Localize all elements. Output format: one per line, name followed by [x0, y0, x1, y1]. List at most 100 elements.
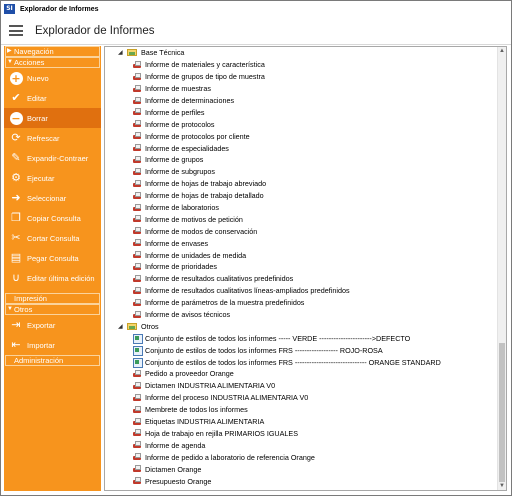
folder-icon [127, 322, 137, 330]
tree-report-item[interactable]: Informe de pedido a laboratorio de refer… [105, 451, 499, 463]
action-label: Seleccionar [27, 193, 67, 203]
section-navegacion[interactable]: ▶ Navegación [5, 46, 100, 57]
tree-report-item[interactable]: Conjunto de estilos de todos los informe… [105, 332, 499, 345]
tree-report-item[interactable]: Informe de subgrupos [105, 166, 499, 178]
section-impresion[interactable]: Impresión [5, 293, 100, 304]
tree-report-item[interactable]: Informe de especialidades [105, 142, 499, 154]
scroll-down-icon[interactable]: ▼ [498, 482, 506, 490]
printer-icon [133, 155, 141, 164]
printer-icon [133, 191, 141, 200]
action-ejecutar[interactable]: ⚙ Ejecutar [4, 168, 101, 188]
printer-icon [133, 465, 141, 473]
printer-icon [133, 60, 141, 69]
tree-report-item[interactable]: Informe de laboratorios [105, 202, 499, 214]
tree-report-item[interactable]: Dictamen INDUSTRIA ALIMENTARIA V0 [105, 380, 499, 392]
tree-report-item[interactable]: Informe de resultados cualitativos línea… [105, 285, 499, 297]
tree-item-label: Informe de materiales y característica [145, 60, 265, 70]
tree-report-item[interactable]: Membrete de todos los informes [105, 404, 499, 416]
action-label: Nuevo [27, 73, 49, 83]
collapse-icon[interactable]: ◢ [118, 323, 125, 330]
tree-group-node[interactable]: ◢ Base Técnica [105, 47, 499, 59]
action-editar-ltima-edici-n[interactable]: ∪ Editar última edición [4, 268, 101, 288]
action-cortar-consulta[interactable]: ✂ Cortar Consulta [4, 228, 101, 248]
tree-report-item[interactable]: Informe de envases [105, 237, 499, 249]
action-importar[interactable]: ⇤ Importar [4, 335, 101, 355]
tree-report-item[interactable]: Informe de agenda [105, 439, 499, 451]
tree-item-label: Etiquetas INDUSTRIA ALIMENTARIA [145, 417, 265, 427]
tree-item-label: Informe de parámetros de la muestra pred… [145, 298, 305, 308]
action-label: Ejecutar [27, 173, 55, 183]
tree-report-item[interactable]: Informe de parámetros de la muestra pred… [105, 297, 499, 309]
tree-report-item[interactable]: Informe de resultados cualitativos prede… [105, 273, 499, 285]
tree-report-item[interactable]: Informe de protocolos por cliente [105, 130, 499, 142]
action-refrescar[interactable]: ⟳ Refrescar [4, 128, 101, 148]
printer-icon [133, 167, 141, 176]
tree-item-label: Presupuesto Orange [145, 476, 212, 486]
action-expandir-contraer[interactable]: ✎ Expandir-Contraer [4, 148, 101, 168]
gear-icon: ⚙ [11, 171, 21, 184]
action-editar[interactable]: ✔ Editar [4, 88, 101, 108]
printer-icon [133, 251, 141, 259]
printer-icon [133, 132, 141, 140]
tree-item-label: Informe de perfiles [145, 107, 205, 117]
tree-report-item[interactable]: Informe de muestras [105, 83, 499, 95]
section-acciones[interactable]: ▼ Acciones [5, 57, 100, 68]
printer-icon [133, 393, 141, 402]
printer-icon [133, 453, 141, 461]
tree-report-item[interactable]: Conjunto de estilos de todos los informe… [105, 344, 499, 357]
app-icon: SI [4, 4, 15, 14]
tree-group-label: Base Técnica [141, 48, 185, 58]
tree-report-item[interactable]: Informe de grupos [105, 154, 499, 166]
scrollbar-thumb[interactable] [499, 343, 505, 482]
action-pegar-consulta[interactable]: ▤ Pegar Consulta [4, 248, 101, 268]
action-borrar[interactable]: − Borrar [4, 108, 101, 128]
printer-icon [133, 262, 141, 271]
tree-report-item[interactable]: Presupuesto Orange [105, 475, 499, 487]
tree-report-item[interactable]: Hoja de trabajo en rejilla PRIMARIOS IGU… [105, 428, 499, 440]
tree-report-item[interactable]: Informe de materiales y característica [105, 59, 499, 71]
tree-report-item[interactable]: Informe de grupos de tipo de muestra [105, 71, 499, 83]
section-otros[interactable]: ▼ Otros [5, 304, 100, 315]
collapse-arrow-icon: ▶ [7, 48, 12, 54]
action-seleccionar[interactable]: ➜ Seleccionar [4, 188, 101, 208]
collapse-icon[interactable]: ◢ [118, 49, 125, 56]
paste-icon: ▤ [10, 251, 22, 264]
tree-report-item[interactable]: Informe de hojas de trabajo abreviado [105, 178, 499, 190]
printer-icon [133, 120, 141, 128]
menu-toggle-icon[interactable] [9, 25, 23, 36]
tree-item-label: Informe de hojas de trabajo abreviado [145, 179, 267, 189]
tree-report-item[interactable]: Informe de modos de conservación [105, 225, 499, 237]
page-title: Explorador de Informes [35, 24, 155, 37]
tree-report-item[interactable]: Informe de motivos de petición [105, 213, 499, 225]
report-explorer-window: SI Explorador de Informes Explorador de … [0, 0, 512, 496]
tree-item-label: Informe de unidades de medida [145, 250, 247, 260]
printer-icon [133, 405, 141, 414]
tree-report-item[interactable]: Informe de unidades de medida [105, 249, 499, 261]
vertical-scrollbar[interactable]: ▲ ▼ [497, 47, 506, 490]
tree-item-label: Informe de pedido a laboratorio de refer… [145, 452, 315, 462]
tree-report-item[interactable]: Informe de prioridades [105, 261, 499, 273]
tree-report-item[interactable]: Informe de determinaciones [105, 95, 499, 107]
action-nuevo[interactable]: + Nuevo [4, 68, 101, 88]
page-header: Explorador de Informes [1, 17, 511, 45]
tree-group-node[interactable]: ◢ Otros [105, 320, 499, 332]
tree-report-item[interactable]: Informe de perfiles [105, 106, 499, 118]
tree-item-label: Dictamen INDUSTRIA ALIMENTARIA V0 [145, 381, 276, 391]
tree-report-item[interactable]: Informe de hojas de trabajo detallado [105, 190, 499, 202]
action-exportar[interactable]: ⇥ Exportar [4, 315, 101, 335]
action-label: Editar [27, 93, 47, 103]
tree-report-item[interactable]: Dictamen Orange [105, 463, 499, 475]
action-label: Importar [27, 340, 55, 350]
action-copiar-consulta[interactable]: ❐ Copiar Consulta [4, 208, 101, 228]
tree-report-item[interactable]: Conjunto de estilos de todos los informe… [105, 356, 499, 369]
tree-item-label: Conjunto de estilos de todos los informe… [145, 333, 411, 343]
tree-report-item[interactable]: Informe de protocolos [105, 118, 499, 130]
tree-item-label: Dictamen Orange [145, 464, 202, 474]
scroll-up-icon[interactable]: ▲ [498, 47, 506, 55]
tree-report-item[interactable]: Etiquetas INDUSTRIA ALIMENTARIA [105, 416, 499, 428]
printer-icon [133, 429, 141, 437]
tree-report-item[interactable]: Informe del proceso INDUSTRIA ALIMENTARI… [105, 392, 499, 404]
tree-report-item[interactable]: Informe de avisos técnicos [105, 309, 499, 321]
section-administracion[interactable]: Administración [5, 355, 100, 366]
tree-report-item[interactable]: Pedido a proveedor Orange [105, 368, 499, 380]
